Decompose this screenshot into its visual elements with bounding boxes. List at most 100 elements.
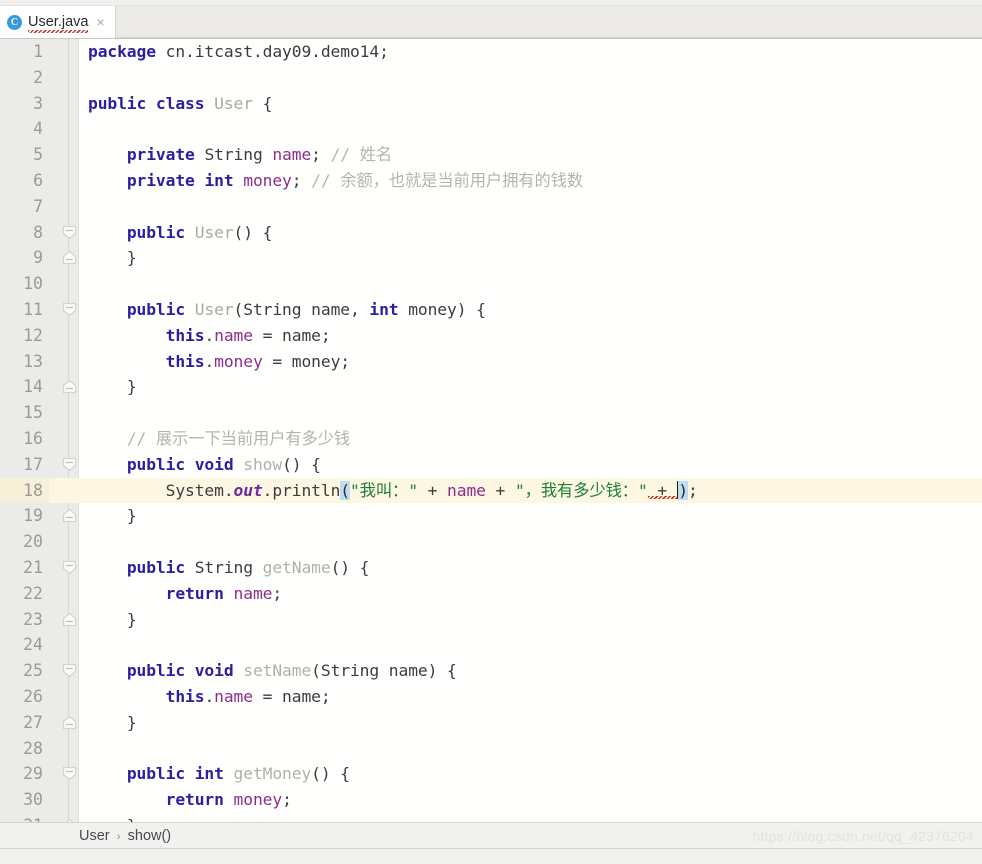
line-number[interactable]: 24: [0, 632, 49, 658]
code-text[interactable]: package cn.itcast.day09.demo14;: [88, 39, 389, 65]
editor-tab-user-java[interactable]: C User.java ×: [0, 6, 116, 38]
line-number[interactable]: 19: [0, 503, 49, 529]
code-text[interactable]: public class User {: [88, 91, 272, 117]
code-text[interactable]: public void setName(String name) {: [88, 658, 457, 684]
code-line[interactable]: 2: [0, 65, 982, 91]
code-line[interactable]: 23 }: [0, 607, 982, 633]
line-number[interactable]: 16: [0, 426, 49, 452]
line-number[interactable]: 23: [0, 607, 49, 633]
fold-marker-end[interactable]: [60, 710, 78, 736]
line-number[interactable]: 18: [0, 477, 49, 504]
line-number[interactable]: 11: [0, 297, 49, 323]
code-line[interactable]: 1 package cn.itcast.day09.demo14;: [0, 39, 982, 65]
code-text[interactable]: }: [88, 374, 137, 400]
fold-marker-start[interactable]: [60, 452, 78, 478]
code-text[interactable]: public User() {: [88, 220, 273, 246]
code-line[interactable]: 18 System.out.println("我叫：" + name + "，我…: [0, 477, 982, 504]
line-number[interactable]: 12: [0, 323, 49, 349]
code-text[interactable]: }: [88, 607, 137, 633]
fold-marker-end[interactable]: [60, 607, 78, 633]
code-text[interactable]: }: [88, 503, 137, 529]
fold-marker-end[interactable]: [60, 245, 78, 271]
fold-marker-start[interactable]: [60, 220, 78, 246]
code-line[interactable]: 21 public String getName() {: [0, 555, 982, 581]
code-line[interactable]: 6 private int money; // 余额，也就是当前用户拥有的钱数: [0, 168, 982, 194]
line-number[interactable]: 31: [0, 813, 49, 822]
fold-marker-end[interactable]: [60, 374, 78, 400]
code-line[interactable]: 29 public int getMoney() {: [0, 761, 982, 787]
line-number[interactable]: 20: [0, 529, 49, 555]
code-text[interactable]: }: [88, 710, 137, 736]
code-text[interactable]: System.out.println("我叫：" + name + "，我有多少…: [88, 478, 698, 504]
code-line[interactable]: 12 this.name = name;: [0, 323, 982, 349]
line-number[interactable]: 17: [0, 452, 49, 478]
line-number[interactable]: 27: [0, 710, 49, 736]
fold-marker-start[interactable]: [60, 297, 78, 323]
line-number[interactable]: 3: [0, 91, 49, 117]
code-text[interactable]: public User(String name, int money) {: [88, 297, 486, 323]
fold-marker-end[interactable]: [60, 813, 78, 822]
code-text[interactable]: }: [88, 813, 137, 822]
code-text[interactable]: private int money; // 余额，也就是当前用户拥有的钱数: [88, 168, 583, 194]
code-text[interactable]: }: [88, 245, 137, 271]
code-line[interactable]: 3 public class User {: [0, 91, 982, 117]
line-number[interactable]: 9: [0, 245, 49, 271]
line-number[interactable]: 21: [0, 555, 49, 581]
line-number[interactable]: 26: [0, 684, 49, 710]
code-line[interactable]: 19 }: [0, 503, 982, 529]
code-line[interactable]: 10: [0, 271, 982, 297]
code-line[interactable]: 28: [0, 736, 982, 762]
code-text[interactable]: this.name = name;: [88, 323, 331, 349]
line-number[interactable]: 28: [0, 736, 49, 762]
code-line[interactable]: 22 return name;: [0, 581, 982, 607]
code-text[interactable]: // 展示一下当前用户有多少钱: [88, 426, 350, 452]
code-line[interactable]: 26 this.name = name;: [0, 684, 982, 710]
line-number[interactable]: 4: [0, 116, 49, 142]
line-number[interactable]: 30: [0, 787, 49, 813]
code-lines[interactable]: 1 package cn.itcast.day09.demo14; 2 3 public…: [0, 39, 982, 822]
fold-marker-start[interactable]: [60, 761, 78, 787]
code-line[interactable]: 14 }: [0, 374, 982, 400]
line-number[interactable]: 22: [0, 581, 49, 607]
code-line[interactable]: 24: [0, 632, 982, 658]
close-icon[interactable]: ×: [94, 15, 106, 29]
code-line[interactable]: 9 }: [0, 245, 982, 271]
line-number[interactable]: 25: [0, 658, 49, 684]
code-text[interactable]: public void show() {: [88, 452, 321, 478]
line-number[interactable]: 6: [0, 168, 49, 194]
code-text[interactable]: public int getMoney() {: [88, 761, 350, 787]
code-line[interactable]: 31 }: [0, 813, 982, 822]
code-line[interactable]: 8 public User() {: [0, 220, 982, 246]
code-line[interactable]: 25 public void setName(String name) {: [0, 658, 982, 684]
code-text[interactable]: private String name; // 姓名: [88, 142, 392, 168]
code-line[interactable]: 17 public void show() {: [0, 452, 982, 478]
code-line[interactable]: 13 this.money = money;: [0, 349, 982, 375]
code-line[interactable]: 5 private String name; // 姓名: [0, 142, 982, 168]
code-line[interactable]: 15: [0, 400, 982, 426]
line-number[interactable]: 7: [0, 194, 49, 220]
fold-marker-start[interactable]: [60, 555, 78, 581]
line-number[interactable]: 10: [0, 271, 49, 297]
breadcrumb-item-method[interactable]: show(): [128, 828, 172, 844]
code-text[interactable]: this.money = money;: [88, 349, 350, 375]
breadcrumb-item-class[interactable]: User: [79, 828, 110, 844]
code-line[interactable]: 30 return money;: [0, 787, 982, 813]
line-number[interactable]: 13: [0, 349, 49, 375]
code-line[interactable]: 7: [0, 194, 982, 220]
code-line[interactable]: 4: [0, 116, 982, 142]
code-editor[interactable]: 1 package cn.itcast.day09.demo14; 2 3 public…: [0, 38, 982, 822]
line-number[interactable]: 5: [0, 142, 49, 168]
code-line[interactable]: 20: [0, 529, 982, 555]
line-number[interactable]: 15: [0, 400, 49, 426]
code-text[interactable]: public String getName() {: [88, 555, 370, 581]
code-line[interactable]: 27 }: [0, 710, 982, 736]
line-number[interactable]: 2: [0, 65, 49, 91]
line-number[interactable]: 29: [0, 761, 49, 787]
code-text[interactable]: this.name = name;: [88, 684, 331, 710]
line-number[interactable]: 14: [0, 374, 49, 400]
code-text[interactable]: return money;: [88, 787, 292, 813]
fold-marker-start[interactable]: [60, 658, 78, 684]
code-text[interactable]: return name;: [88, 581, 283, 607]
code-line[interactable]: 16 // 展示一下当前用户有多少钱: [0, 426, 982, 452]
line-number[interactable]: 8: [0, 220, 49, 246]
